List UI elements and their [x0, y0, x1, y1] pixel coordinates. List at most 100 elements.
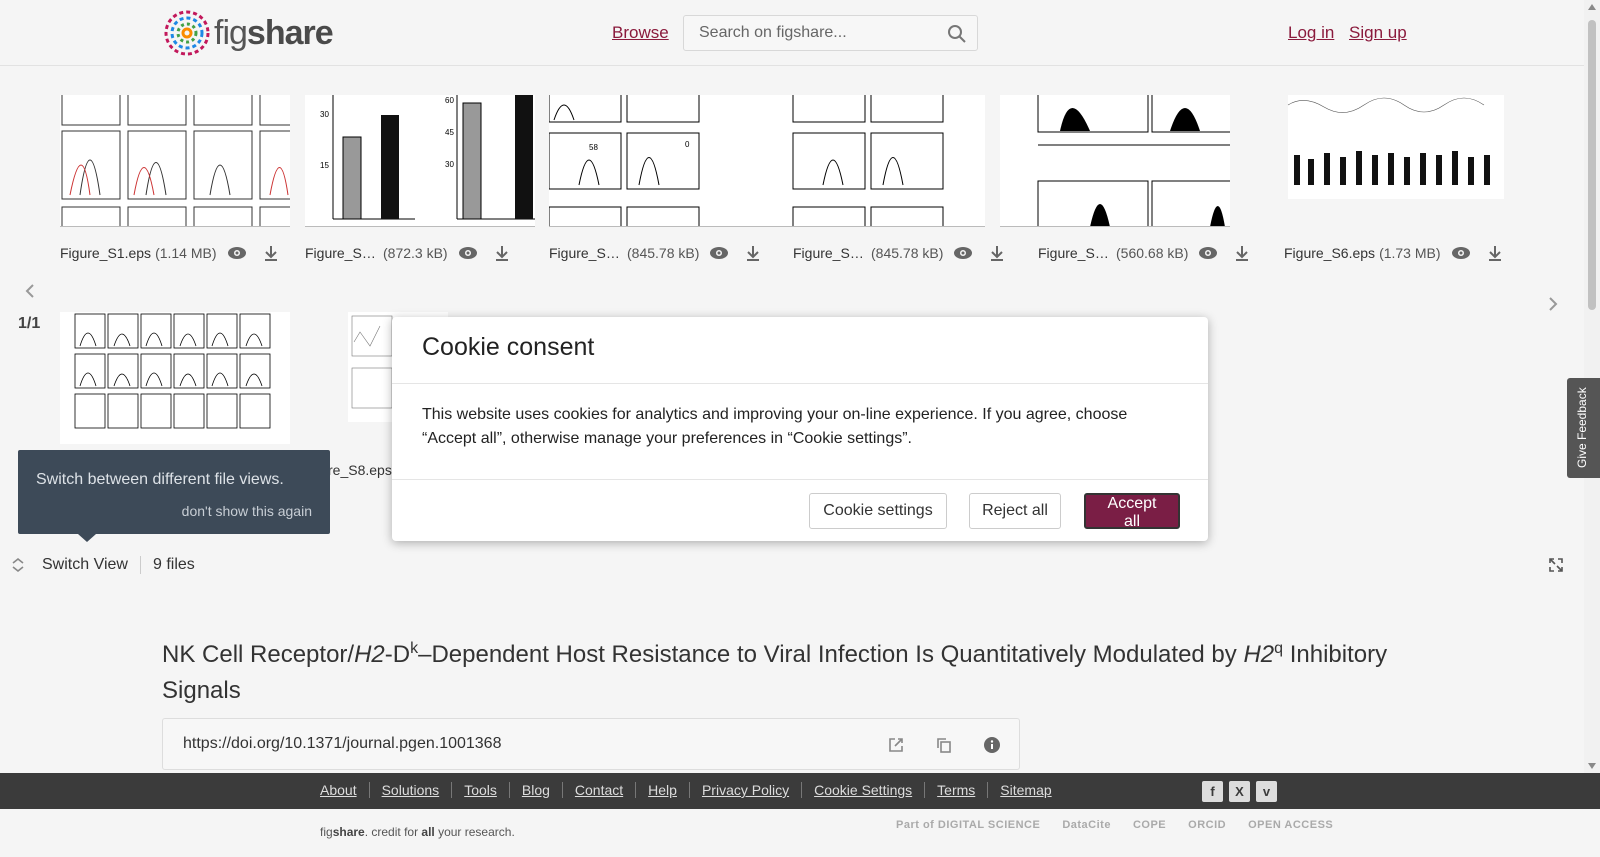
thumbnail-image: 30 15 60 45 30: [320, 95, 535, 220]
browse-link[interactable]: Browse: [612, 23, 669, 43]
footer-link-terms[interactable]: Terms: [924, 782, 987, 798]
thumbnail-image: [61, 95, 290, 226]
thumbnail-image: 58 0: [549, 95, 700, 226]
previous-page-arrow-icon[interactable]: [22, 283, 38, 299]
file-size: (560.68 kB): [1116, 245, 1189, 261]
feedback-label: Give Feedback: [1575, 387, 1589, 468]
external-link-icon[interactable]: [887, 736, 905, 754]
viewer-toolbar: Switch View 9 files: [0, 548, 1584, 583]
file-size: (845.78 kB): [627, 245, 700, 261]
accept-all-button[interactable]: Accept all: [1084, 493, 1180, 530]
footer-link-sitemap[interactable]: Sitemap: [987, 782, 1063, 798]
svg-text:30: 30: [445, 160, 454, 169]
footer-link-contact[interactable]: Contact: [561, 782, 635, 798]
tooltip-arrow: [78, 534, 96, 542]
footer-link-blog[interactable]: Blog: [508, 782, 562, 798]
login-link[interactable]: Log in: [1288, 23, 1334, 43]
modal-divider: [392, 383, 1208, 384]
modal-divider: [392, 479, 1208, 480]
facebook-icon[interactable]: f: [1202, 781, 1223, 802]
preview-eye-icon[interactable]: [458, 246, 478, 260]
x-twitter-icon[interactable]: X: [1229, 781, 1250, 802]
open-access-logo[interactable]: OPEN ACCESS: [1248, 819, 1333, 831]
switch-view-tooltip: Switch between different file views. don…: [18, 450, 330, 542]
file-size: (1.73 MB): [1379, 245, 1441, 261]
download-icon[interactable]: [989, 245, 1005, 261]
reject-all-button[interactable]: Reject all: [969, 493, 1061, 529]
footer-link-privacy[interactable]: Privacy Policy: [688, 782, 801, 798]
search-icon[interactable]: [947, 24, 967, 44]
toolbar-divider: [140, 556, 141, 574]
doi-link[interactable]: https://doi.org/10.1371/journal.pgen.100…: [183, 735, 501, 753]
file-thumbnail-7[interactable]: [60, 312, 290, 444]
footer-link-solutions[interactable]: Solutions: [368, 782, 452, 798]
preview-eye-icon[interactable]: [953, 246, 973, 260]
svg-text:30: 30: [320, 110, 329, 119]
footer-link-about[interactable]: About: [320, 782, 369, 798]
svg-text:60: 60: [445, 96, 454, 105]
cope-logo[interactable]: COPE: [1133, 819, 1166, 831]
file-thumbnail-6[interactable]: [1284, 95, 1514, 227]
next-page-arrow-icon[interactable]: [1545, 296, 1561, 312]
datacite-logo[interactable]: DataCite: [1062, 819, 1111, 831]
preview-eye-icon[interactable]: [227, 246, 247, 260]
search-box: [683, 15, 978, 51]
footer-link-help[interactable]: Help: [635, 782, 689, 798]
footer-link-cookie-settings[interactable]: Cookie Settings: [801, 782, 924, 798]
file-label-4: Figure_S4.eps (845.78 kB): [793, 243, 1005, 263]
figshare-logo[interactable]: figshare: [162, 8, 334, 58]
file-label-5: Figure_S5.eps (560.68 kB): [1038, 243, 1250, 263]
thumbnail-image: [74, 313, 271, 429]
cookie-consent-modal: Cookie consent This website uses cookies…: [392, 317, 1208, 541]
switch-view-button[interactable]: Switch View: [42, 556, 128, 574]
file-thumbnail-2[interactable]: 30 15 60 45 30: [305, 95, 535, 227]
dont-show-again-link[interactable]: don't show this again: [182, 503, 312, 519]
give-feedback-tab[interactable]: Give Feedback: [1567, 378, 1600, 478]
preview-eye-icon[interactable]: [1198, 246, 1218, 260]
footer-links: About Solutions Tools Blog Contact Help …: [320, 782, 1064, 798]
file-thumbnail-3[interactable]: 58 0: [549, 95, 779, 227]
file-size: (845.78 kB): [871, 245, 944, 261]
file-name: Figure_S4.eps: [793, 245, 867, 261]
vimeo-icon[interactable]: v: [1256, 781, 1277, 802]
tooltip-text: Switch between different file views.: [36, 471, 284, 488]
file-label-2: Figure_S2.eps (872.3 kB): [305, 243, 510, 263]
social-links: f X v: [1202, 781, 1277, 802]
svg-text:58: 58: [589, 143, 598, 152]
switch-view-icon[interactable]: [10, 557, 26, 573]
preview-eye-icon[interactable]: [709, 246, 729, 260]
footer-link-tools[interactable]: Tools: [451, 782, 509, 798]
file-name: Figure_S6.eps: [1284, 245, 1376, 261]
file-thumbnail-1[interactable]: [60, 95, 290, 227]
file-thumbnail-4[interactable]: [755, 95, 985, 227]
file-size: (872.3 kB): [383, 245, 448, 261]
cookie-settings-button[interactable]: Cookie settings: [809, 493, 947, 529]
cookie-modal-body: This website uses cookies for analytics …: [422, 406, 1128, 447]
file-size: (1.14 MB): [155, 245, 217, 261]
scroll-down-arrow-icon[interactable]: [1588, 763, 1596, 769]
download-icon[interactable]: [745, 245, 761, 261]
download-icon[interactable]: [263, 245, 279, 261]
scroll-thumb[interactable]: [1588, 20, 1596, 310]
file-label-1: Figure_S1.eps (1.14 MB): [60, 243, 279, 263]
download-icon[interactable]: [494, 245, 510, 261]
orcid-logo[interactable]: ORCID: [1188, 819, 1226, 831]
preview-eye-icon[interactable]: [1451, 246, 1471, 260]
thumbnail-image: [792, 95, 944, 226]
file-name: Figure_S2.eps: [305, 245, 379, 261]
logo-wordmark: figshare: [214, 13, 334, 52]
file-name: Figure_S1.eps: [60, 245, 152, 261]
info-icon[interactable]: [983, 736, 1001, 754]
fullscreen-icon[interactable]: [1548, 557, 1564, 573]
scroll-up-arrow-icon[interactable]: [1588, 4, 1596, 10]
file-thumbnail-5[interactable]: [1000, 95, 1230, 227]
article-content: NK Cell Receptor/H2-Dk–Dependent Host Re…: [0, 583, 1584, 773]
digital-science-logo[interactable]: Part of DIGITAL SCIENCE: [896, 819, 1040, 831]
download-icon[interactable]: [1487, 245, 1503, 261]
copy-icon[interactable]: [935, 736, 953, 754]
download-icon[interactable]: [1234, 245, 1250, 261]
search-input[interactable]: [684, 16, 934, 50]
svg-text:45: 45: [445, 128, 454, 137]
signup-link[interactable]: Sign up: [1349, 23, 1407, 43]
footer-nav: About Solutions Tools Blog Contact Help …: [0, 773, 1600, 809]
